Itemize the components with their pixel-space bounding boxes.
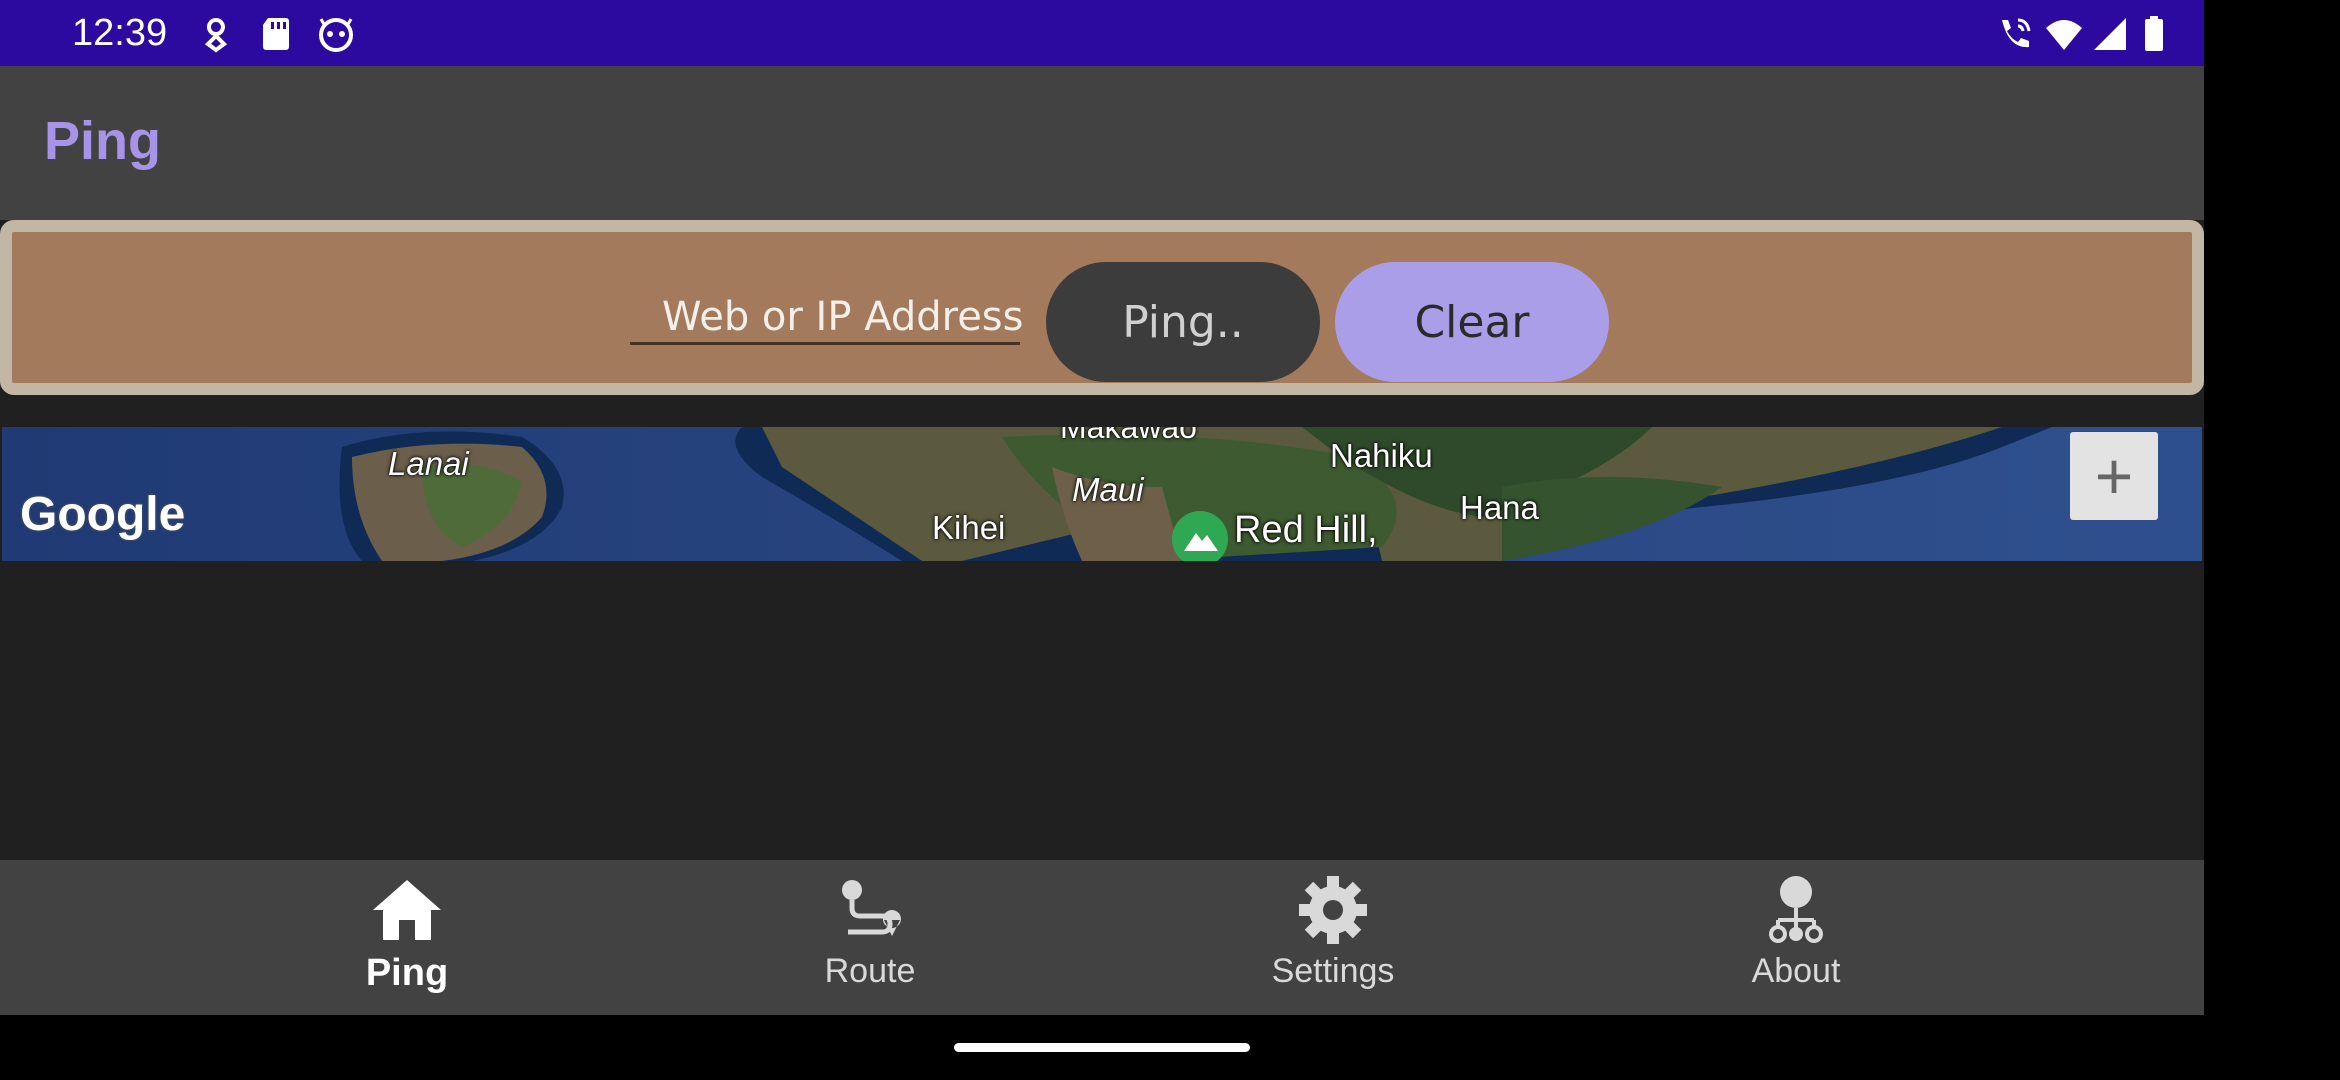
sd-card-icon <box>263 18 289 50</box>
map-label-nahiku: Nahiku <box>1330 437 1433 474</box>
battery-icon <box>2145 16 2163 51</box>
mountain-icon[interactable] <box>1172 511 1228 561</box>
satellite-map[interactable]: Makawao Lanai Maui Nahiku Kihei Red Hill… <box>2 427 2202 561</box>
map-label-maui: Maui <box>1072 471 1144 508</box>
map-label-lanai: Lanai <box>388 445 469 482</box>
route-icon <box>842 880 901 936</box>
org-chart-icon <box>1769 876 1823 943</box>
status-time: 12:39 <box>72 12 168 54</box>
map-label-makawao: Makawao <box>1060 427 1197 445</box>
home-icon <box>373 880 441 940</box>
page-title: Ping <box>44 111 161 171</box>
wifi-calling-icon <box>2002 18 2031 48</box>
bottom-navigation: Ping Route Settings About <box>0 860 2204 1015</box>
android-face-icon <box>319 18 353 52</box>
wifi-icon <box>2046 20 2082 50</box>
nav-item-settings[interactable]: Settings <box>1213 870 1453 1010</box>
map-label-red-hill: Red Hill, <box>1234 509 1378 551</box>
address-placeholder: Web or IP Address <box>662 294 1024 340</box>
nav-item-route[interactable]: Route <box>750 870 990 1010</box>
zoom-in-button[interactable]: + <box>2070 432 2158 520</box>
address-input[interactable]: Web or IP Address <box>630 292 1024 345</box>
nav-label-ping: Ping <box>365 952 449 994</box>
gear-icon <box>1299 876 1367 944</box>
nav-item-ping[interactable]: Ping <box>287 870 527 1010</box>
nav-label-about: About <box>1751 952 1841 990</box>
nav-item-about[interactable]: About <box>1676 870 1916 1010</box>
map-label-kihei: Kihei <box>932 509 1006 546</box>
nav-label-route: Route <box>824 952 916 990</box>
ping-button[interactable]: Ping.. <box>1046 262 1320 382</box>
home-indicator[interactable] <box>954 1043 1250 1052</box>
nav-label-settings: Settings <box>1271 952 1395 990</box>
status-bar: 12:39 <box>0 0 2204 66</box>
ping-input-card: Web or IP Address Ping.. Clear <box>0 220 2204 395</box>
pin-drop-icon <box>204 18 228 53</box>
google-logo: Google <box>20 488 186 541</box>
clear-button[interactable]: Clear <box>1335 262 1609 382</box>
app-toolbar: Ping <box>0 66 2204 220</box>
app-screen: 12:39 Ping Web or IP Address Ping.. Clea… <box>0 0 2204 1015</box>
cell-signal-icon <box>2094 18 2126 50</box>
map-label-hana: Hana <box>1460 489 1539 526</box>
